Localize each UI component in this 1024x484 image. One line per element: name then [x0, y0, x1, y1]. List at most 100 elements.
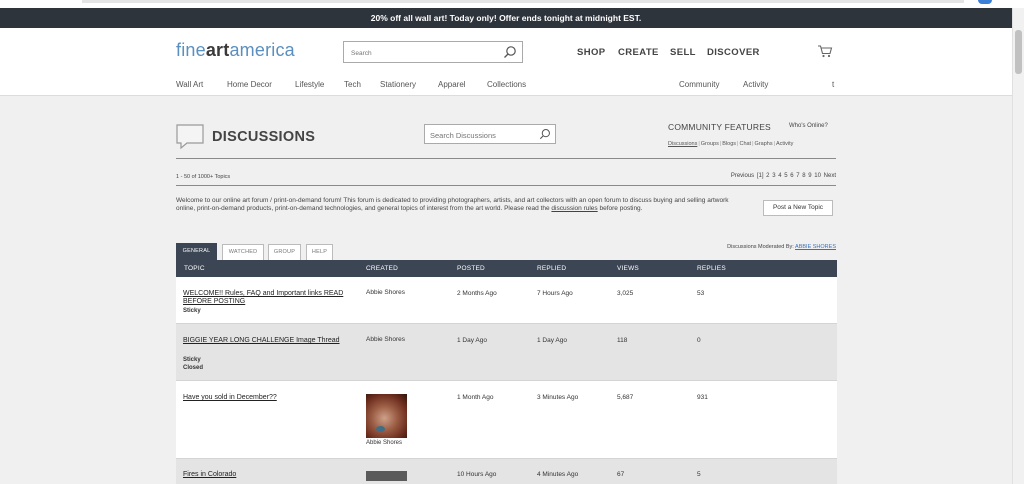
- tab-help[interactable]: HELP: [306, 244, 333, 260]
- pager-previous[interactable]: Previous: [731, 173, 754, 179]
- discussion-rules-link[interactable]: discussion rules: [551, 205, 597, 212]
- replies-count: 931: [697, 394, 708, 401]
- moderator-link[interactable]: ABBIE SHORES: [795, 244, 836, 250]
- topic-link[interactable]: Have you sold in December??: [183, 394, 348, 402]
- table-header: TOPIC CREATED POSTED REPLIED VIEWS REPLI…: [176, 260, 837, 277]
- divider: [176, 185, 836, 186]
- profile-icon[interactable]: [978, 0, 992, 4]
- replies-count: 5: [697, 471, 701, 478]
- replied-time: 7 Hours Ago: [537, 290, 573, 297]
- site-logo[interactable]: fineartamerica: [176, 40, 295, 61]
- created-by[interactable]: Abbie Shores: [366, 440, 402, 446]
- column-replies[interactable]: REPLIES: [697, 265, 726, 272]
- pager-page-4[interactable]: 4: [778, 173, 781, 179]
- community-features-heading: COMMUNITY FEATURES: [668, 122, 771, 132]
- intro-text: Welcome to our online art forum / print-…: [176, 197, 729, 212]
- nav-sell[interactable]: SELL: [670, 47, 696, 58]
- nav-discover[interactable]: DISCOVER: [707, 47, 760, 58]
- tab-group[interactable]: GROUP: [268, 244, 301, 260]
- pager-page-6[interactable]: 6: [790, 173, 793, 179]
- sticky-flag: Sticky: [183, 357, 201, 363]
- column-replied[interactable]: REPLIED: [537, 265, 566, 272]
- site-search-box: [343, 41, 523, 64]
- pager-page-2[interactable]: 2: [766, 173, 769, 179]
- site-search-input[interactable]: [344, 43, 494, 64]
- nav-shop[interactable]: SHOP: [577, 47, 606, 58]
- tab-watched[interactable]: WATCHED: [222, 244, 264, 260]
- whos-online-link[interactable]: Who's Online?: [789, 123, 828, 129]
- topic-link[interactable]: Fires in Colorado: [183, 471, 348, 479]
- pager-page-7[interactable]: 7: [796, 173, 799, 179]
- subnav-stationery[interactable]: Stationery: [380, 80, 416, 89]
- feature-link-blogs[interactable]: Blogs: [722, 141, 736, 147]
- posted-time: 1 Month Ago: [457, 394, 494, 401]
- logo-part-2: art: [205, 40, 230, 60]
- subnav-wall-art[interactable]: Wall Art: [176, 80, 203, 89]
- table-row: WELCOME!! Rules, FAQ and Important links…: [176, 277, 837, 324]
- pagination: Previous [1] 2 3 4 5 6 7 8 9 10 Next: [731, 173, 836, 179]
- posted-time: 2 Months Ago: [457, 290, 497, 297]
- feature-link-discussions[interactable]: Discussions: [668, 141, 697, 147]
- search-icon[interactable]: [539, 128, 551, 140]
- scrollbar-thumb[interactable]: [1015, 30, 1022, 74]
- pager-page-9[interactable]: 9: [808, 173, 811, 179]
- views-count: 67: [617, 471, 625, 478]
- nav-create[interactable]: CREATE: [618, 47, 659, 58]
- page-title: DISCUSSIONS: [212, 129, 316, 145]
- subnav-apparel[interactable]: Apparel: [438, 80, 466, 89]
- replied-time: 3 Minutes Ago: [537, 394, 579, 401]
- views-count: 5,687: [617, 394, 634, 401]
- intro-text-end: before posting.: [597, 205, 643, 212]
- search-icon[interactable]: [503, 45, 517, 59]
- pager-page-8[interactable]: 8: [802, 173, 805, 179]
- pager-next[interactable]: Next: [824, 173, 836, 179]
- replies-count: 53: [697, 290, 705, 297]
- speech-bubble-icon: [176, 124, 204, 150]
- column-views[interactable]: VIEWS: [617, 265, 639, 272]
- divider: [176, 158, 836, 159]
- subnav-collections[interactable]: Collections: [487, 80, 526, 89]
- column-created[interactable]: CREATED: [366, 265, 398, 272]
- subnav-lifestyle[interactable]: Lifestyle: [295, 80, 324, 89]
- subnav-tech[interactable]: Tech: [344, 80, 361, 89]
- topic-link[interactable]: BIGGIE YEAR LONG CHALLENGE Image Thread: [183, 337, 348, 345]
- closed-flag: Closed: [183, 365, 204, 371]
- moderated-by: Discussions Moderated By: ABBIE SHORES: [727, 244, 836, 250]
- replied-time: 4 Minutes Ago: [537, 471, 579, 478]
- avatar-detail: [376, 426, 385, 432]
- community-feature-links: Discussions|Groups|Blogs|Chat|Graphs|Act…: [668, 141, 794, 147]
- post-new-topic-button[interactable]: Post a New Topic: [763, 200, 833, 216]
- topic-link[interactable]: WELCOME!! Rules, FAQ and Important links…: [183, 290, 348, 306]
- feature-link-chat[interactable]: Chat: [739, 141, 751, 147]
- replied-time: 1 Day Ago: [537, 337, 567, 344]
- avatar[interactable]: [366, 394, 407, 438]
- created-by[interactable]: Abbie Shores: [366, 336, 405, 343]
- discussion-search-input[interactable]: [425, 126, 535, 145]
- feature-link-activity[interactable]: Activity: [776, 141, 793, 147]
- replies-count: 0: [697, 337, 701, 344]
- table-row: Fires in Colorado 10 Hours Ago 4 Minutes…: [176, 459, 837, 484]
- scrollbar[interactable]: [1012, 8, 1024, 484]
- created-by[interactable]: Abbie Shores: [366, 289, 405, 296]
- pager-page-3[interactable]: 3: [772, 173, 775, 179]
- cart-icon[interactable]: [817, 44, 833, 58]
- avatar[interactable]: [366, 471, 407, 481]
- tab-general[interactable]: GENERAL: [176, 243, 217, 260]
- subnav-activity[interactable]: Activity: [743, 80, 768, 89]
- logo-part-1: fine: [176, 40, 206, 60]
- feature-link-groups[interactable]: Groups: [701, 141, 719, 147]
- discussion-search-box: [424, 124, 556, 145]
- topic-count: 1 - 50 of 1000+ Topics: [176, 174, 231, 180]
- views-count: 3,025: [617, 290, 634, 297]
- logo-part-3: america: [229, 40, 295, 60]
- subnav-account[interactable]: t: [832, 80, 834, 89]
- pager-page-10[interactable]: 10: [814, 173, 821, 179]
- column-posted[interactable]: POSTED: [457, 265, 485, 272]
- posted-time: 1 Day Ago: [457, 337, 487, 344]
- feature-link-graphs[interactable]: Graphs: [755, 141, 773, 147]
- subnav-community[interactable]: Community: [679, 80, 719, 89]
- subnav-home-decor[interactable]: Home Decor: [227, 80, 272, 89]
- promo-banner[interactable]: 20% off all wall art! Today only! Offer …: [0, 8, 1012, 28]
- column-topic[interactable]: TOPIC: [184, 265, 205, 272]
- pager-page-5[interactable]: 5: [784, 173, 787, 179]
